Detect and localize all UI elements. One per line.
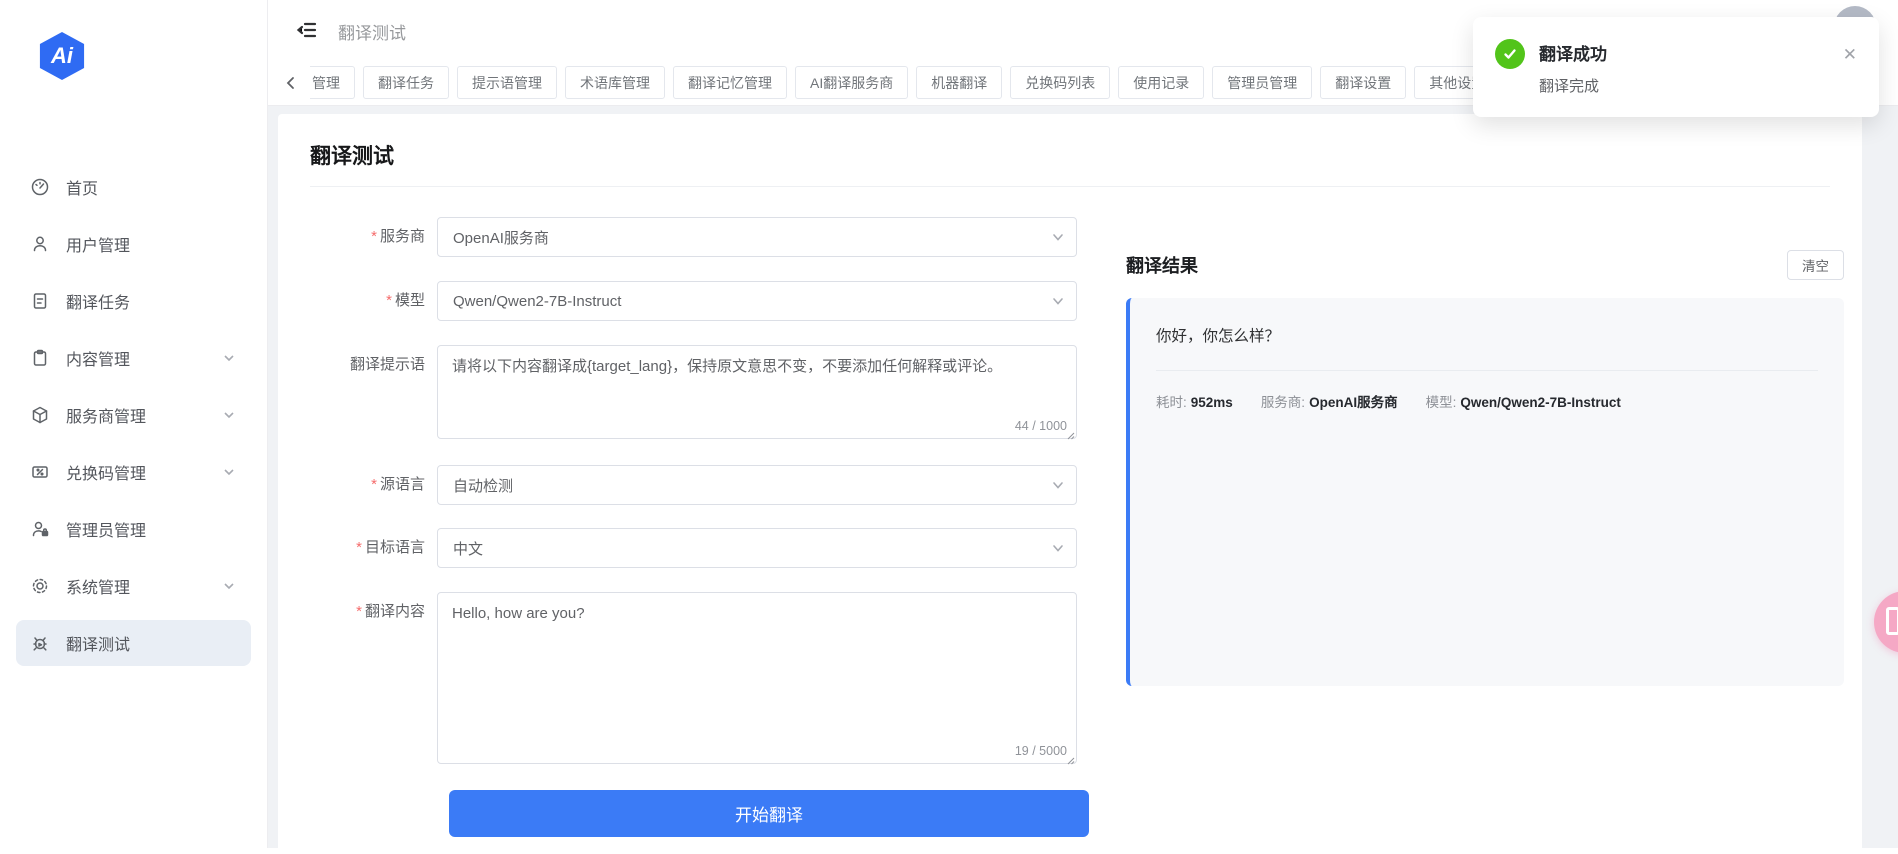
sidebar-item-label: 服务商管理 bbox=[66, 403, 223, 427]
prompt-textarea[interactable]: 请将以下内容翻译成{target_lang}，保持原文意思不变，不要添加任何解释… bbox=[437, 345, 1077, 439]
tab-item[interactable]: 机器翻译 bbox=[916, 66, 1002, 99]
sidebar-item-home[interactable]: 首页 bbox=[16, 164, 251, 210]
close-icon[interactable]: ✕ bbox=[1843, 45, 1857, 65]
gear-icon bbox=[30, 576, 50, 596]
result-meta: 耗时: 952ms 服务商: OpenAI服务商 模型:Qwen/Qwen2-7B-… bbox=[1156, 391, 1818, 411]
admin-lock-icon bbox=[30, 519, 50, 539]
sidebar-item-system[interactable]: 系统管理 bbox=[16, 563, 251, 609]
bug-icon bbox=[30, 633, 50, 653]
sidebar-item-redeem-codes[interactable]: 兑换码管理 bbox=[16, 449, 251, 495]
content-textarea[interactable]: Hello, how are you? bbox=[437, 592, 1077, 764]
resize-grip-icon[interactable] bbox=[1065, 752, 1075, 762]
sidebar-item-label: 翻译测试 bbox=[66, 631, 237, 655]
sidebar-item-providers[interactable]: 服务商管理 bbox=[16, 392, 251, 438]
sidebar-item-label: 兑换码管理 bbox=[66, 460, 223, 484]
page-title: 翻译测试 bbox=[310, 140, 1830, 187]
sidebar-item-label: 内容管理 bbox=[66, 346, 223, 370]
content-area: 翻译测试 *服务商 OpenAI服务商 *模型 Qwen/Qw bbox=[268, 106, 1898, 848]
source-lang-label: *源语言 bbox=[310, 465, 437, 505]
target-lang-select-value: 中文 bbox=[453, 538, 483, 559]
resize-grip-icon[interactable] bbox=[1065, 427, 1075, 437]
result-card: 你好，你怎么样？ 耗时: 952ms 服务商: OpenAI服务商 模型:Qwen/… bbox=[1126, 298, 1844, 686]
result-panel: 翻译结果 清空 你好，你怎么样？ 耗时: 952ms 服务商: OpenAI服务商 … bbox=[1126, 250, 1844, 686]
document-icon bbox=[30, 291, 50, 311]
model-meta-value: Qwen/Qwen2-7B-Instruct bbox=[1460, 395, 1621, 410]
tab-item[interactable]: 提示语管理 bbox=[457, 66, 557, 99]
tab-item[interactable]: AI翻译服务商 bbox=[795, 66, 908, 99]
sidebar-item-admins[interactable]: 管理员管理 bbox=[16, 506, 251, 552]
model-select[interactable]: Qwen/Qwen2-7B-Instruct bbox=[437, 281, 1077, 321]
source-lang-select[interactable]: 自动检测 bbox=[437, 465, 1077, 505]
provider-meta-value: OpenAI服务商 bbox=[1309, 395, 1398, 410]
time-value: 952ms bbox=[1191, 395, 1233, 410]
prompt-label: 翻译提示语 bbox=[310, 345, 437, 439]
sidebar-collapse-icon[interactable] bbox=[296, 19, 318, 41]
ticket-icon bbox=[30, 462, 50, 482]
tab-item[interactable]: 翻译记忆管理 bbox=[673, 66, 787, 99]
chevron-down-icon bbox=[223, 409, 237, 421]
sidebar-menu: 首页 用户管理 翻译任务 内容管理 bbox=[16, 164, 251, 677]
floating-action-glyph-icon bbox=[1886, 607, 1898, 635]
tab-item[interactable]: 兑换码列表 bbox=[1010, 66, 1110, 99]
result-title: 翻译结果 bbox=[1126, 252, 1198, 278]
chevron-down-icon bbox=[223, 466, 237, 478]
time-label: 耗时: bbox=[1156, 395, 1187, 410]
sidebar-item-label: 翻译任务 bbox=[66, 289, 237, 313]
target-lang-select[interactable]: 中文 bbox=[437, 528, 1077, 568]
success-check-icon bbox=[1495, 39, 1525, 69]
package-icon bbox=[30, 405, 50, 425]
sidebar-item-users[interactable]: 用户管理 bbox=[16, 221, 251, 267]
chevron-down-icon bbox=[223, 580, 237, 592]
model-label: *模型 bbox=[310, 281, 437, 321]
tab-item[interactable]: 翻译设置 bbox=[1320, 66, 1406, 99]
chevron-down-icon bbox=[1051, 230, 1065, 244]
app-logo-text: Ai bbox=[51, 43, 73, 69]
tab-item[interactable]: 翻译任务 bbox=[363, 66, 449, 99]
chevron-down-icon bbox=[223, 352, 237, 364]
divider bbox=[1156, 370, 1818, 371]
sidebar-item-translation-test[interactable]: 翻译测试 bbox=[16, 620, 251, 666]
app-logo[interactable]: Ai bbox=[38, 32, 86, 80]
prompt-counter: 44 / 1000 bbox=[1011, 419, 1067, 433]
translation-form: *服务商 OpenAI服务商 *模型 Qwen/Qwen2-7B-Instruc… bbox=[310, 217, 1090, 837]
content-counter: 19 / 5000 bbox=[1011, 744, 1067, 758]
success-toast: 翻译成功 翻译完成 ✕ bbox=[1473, 17, 1879, 117]
provider-meta-label: 服务商: bbox=[1261, 395, 1305, 410]
model-meta-label: 模型: bbox=[1426, 395, 1457, 410]
toast-message: 翻译完成 bbox=[1539, 75, 1599, 96]
provider-select-value: OpenAI服务商 bbox=[453, 227, 549, 248]
model-select-value: Qwen/Qwen2-7B-Instruct bbox=[453, 293, 621, 310]
provider-label: *服务商 bbox=[310, 217, 437, 257]
target-lang-label: *目标语言 bbox=[310, 528, 437, 568]
tab-item[interactable]: 管理员管理 bbox=[1212, 66, 1312, 99]
result-text: 你好，你怎么样？ bbox=[1156, 324, 1818, 346]
chevron-down-icon bbox=[1051, 541, 1065, 555]
source-lang-select-value: 自动检测 bbox=[453, 475, 513, 496]
tabs-scroll-left-icon[interactable] bbox=[284, 76, 300, 90]
provider-select[interactable]: OpenAI服务商 bbox=[437, 217, 1077, 257]
tab-item[interactable]: 术语库管理 bbox=[565, 66, 665, 99]
sidebar-item-label: 系统管理 bbox=[66, 574, 223, 598]
tab-item[interactable]: 使用记录 bbox=[1118, 66, 1204, 99]
toast-title: 翻译成功 bbox=[1539, 40, 1607, 65]
breadcrumb: 翻译测试 bbox=[338, 19, 406, 44]
content-label: *翻译内容 bbox=[310, 592, 437, 764]
user-icon bbox=[30, 234, 50, 254]
chevron-down-icon bbox=[1051, 478, 1065, 492]
sidebar: Ai 首页 用户管理 翻译任务 内容管理 bbox=[0, 0, 268, 848]
sidebar-item-content[interactable]: 内容管理 bbox=[16, 335, 251, 381]
sidebar-item-label: 管理员管理 bbox=[66, 517, 237, 541]
clear-button[interactable]: 清空 bbox=[1787, 250, 1844, 280]
clipboard-icon bbox=[30, 348, 50, 368]
dashboard-icon bbox=[30, 177, 50, 197]
sidebar-item-label: 首页 bbox=[66, 175, 237, 199]
sidebar-item-label: 用户管理 bbox=[66, 232, 237, 256]
tab-item[interactable]: 管理 bbox=[310, 66, 355, 99]
start-translate-button[interactable]: 开始翻译 bbox=[449, 790, 1089, 837]
main-card: 翻译测试 *服务商 OpenAI服务商 *模型 Qwen/Qw bbox=[278, 114, 1862, 854]
sidebar-item-translation-tasks[interactable]: 翻译任务 bbox=[16, 278, 251, 324]
chevron-down-icon bbox=[1051, 294, 1065, 308]
